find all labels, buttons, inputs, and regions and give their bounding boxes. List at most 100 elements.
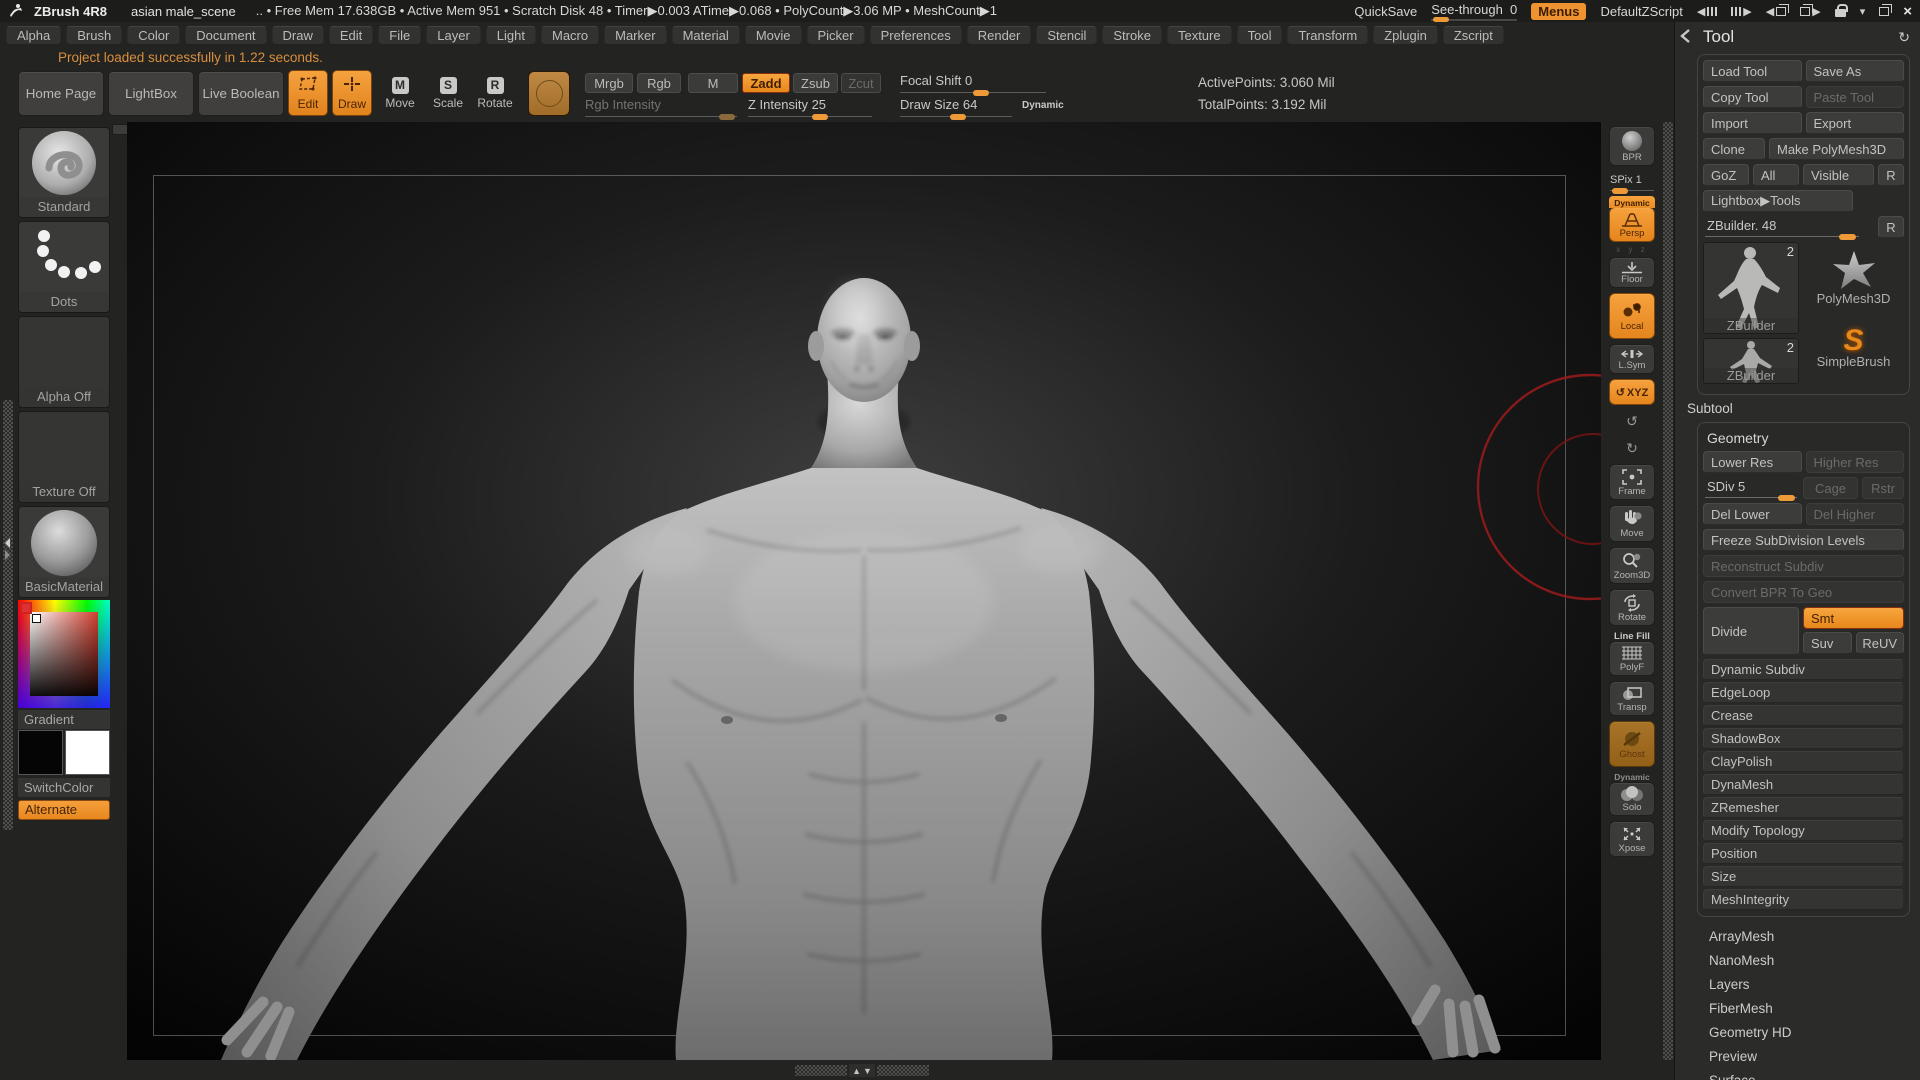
- menu-item[interactable]: Material: [671, 25, 740, 45]
- lightbox-button[interactable]: LightBox: [108, 71, 194, 116]
- goz-visible-button[interactable]: Visible: [1803, 164, 1874, 186]
- quicksave-button[interactable]: QuickSave: [1354, 4, 1417, 19]
- geometry-subsection-header[interactable]: ShadowBox: [1703, 728, 1904, 749]
- zsub-button[interactable]: Zsub: [793, 73, 838, 93]
- ghost-button[interactable]: Ghost: [1609, 721, 1655, 767]
- recent-tool-thumbnail[interactable]: 2 ZBuilder: [1703, 338, 1799, 384]
- rotate-mode-button[interactable]: R Rotate: [472, 70, 518, 116]
- tool-section-header[interactable]: Layers: [1675, 973, 1920, 997]
- polyframe-button[interactable]: PolyF: [1609, 641, 1655, 676]
- subtool-section-header[interactable]: Subtool: [1675, 395, 1920, 420]
- save-as-button[interactable]: Save As: [1805, 60, 1904, 82]
- del-higher-button[interactable]: Del Higher: [1805, 503, 1904, 525]
- scrub-track-left[interactable]: [795, 1065, 847, 1076]
- zcut-button[interactable]: Zcut: [841, 73, 881, 93]
- scrub-track-right[interactable]: [877, 1065, 929, 1076]
- goz-button[interactable]: GoZ: [1703, 164, 1749, 186]
- frame-button[interactable]: Frame: [1609, 464, 1655, 500]
- import-button[interactable]: Import: [1703, 112, 1802, 134]
- copy-tool-button[interactable]: Copy Tool: [1703, 86, 1802, 108]
- bpr-render-button[interactable]: BPR: [1609, 126, 1655, 166]
- clone-button[interactable]: Clone: [1703, 138, 1765, 160]
- see-through-nub[interactable]: [1433, 16, 1450, 22]
- xpose-button[interactable]: Xpose: [1609, 821, 1655, 857]
- draw-mode-button[interactable]: Draw: [332, 70, 372, 116]
- goz-r-button[interactable]: R: [1878, 164, 1904, 186]
- next-window-icon[interactable]: ▶: [1800, 3, 1821, 18]
- material-selector[interactable]: BasicMaterial: [18, 506, 110, 598]
- freeze-subdivision-button[interactable]: Freeze SubDivision Levels: [1703, 529, 1904, 551]
- gradient-toggle[interactable]: Gradient: [18, 710, 110, 729]
- xyz-rotation-button[interactable]: ↺ XYZ: [1609, 379, 1655, 405]
- collapse-right-tray-icon[interactable]: ▶: [1731, 5, 1752, 18]
- tool-section-header[interactable]: NanoMesh: [1675, 949, 1920, 973]
- rgb-button[interactable]: Rgb: [637, 73, 681, 93]
- menu-item[interactable]: Transform: [1287, 25, 1369, 45]
- color-picker-sv-cursor[interactable]: [32, 614, 41, 623]
- tool-section-header[interactable]: ArrayMesh: [1675, 925, 1920, 949]
- zadd-button[interactable]: Zadd: [742, 73, 790, 93]
- sculpt-canvas[interactable]: [127, 122, 1601, 1060]
- scrub-arrows[interactable]: ▲ ▼: [849, 1064, 875, 1077]
- tool-section-header[interactable]: Geometry HD: [1675, 1021, 1920, 1045]
- lower-res-button[interactable]: Lower Res: [1703, 451, 1802, 473]
- lightbox-tools-button[interactable]: Lightbox▶Tools: [1703, 190, 1853, 212]
- z-intensity-slider[interactable]: Z Intensity 25: [748, 97, 872, 120]
- smt-toggle[interactable]: Smt: [1803, 607, 1904, 629]
- menu-item[interactable]: Render: [966, 25, 1032, 45]
- default-zscript-button[interactable]: DefaultZScript: [1600, 4, 1682, 19]
- see-through-track[interactable]: [1431, 16, 1518, 22]
- switch-color-button[interactable]: SwitchColor: [18, 778, 110, 797]
- geometry-subsection-header[interactable]: DynaMesh: [1703, 774, 1904, 795]
- rotate-canvas-button[interactable]: Rotate: [1609, 589, 1655, 626]
- menu-item[interactable]: File: [378, 25, 422, 45]
- geometry-subsection-header[interactable]: EdgeLoop: [1703, 682, 1904, 703]
- floor-axes-hint[interactable]: x y z: [1616, 245, 1647, 254]
- menu-item[interactable]: Zscript: [1442, 25, 1504, 45]
- m-button[interactable]: M: [688, 73, 738, 93]
- home-page-button[interactable]: Home Page: [18, 71, 104, 116]
- geometry-subsection-header[interactable]: Crease: [1703, 705, 1904, 726]
- zbuilder-slider[interactable]: ZBuilder. 48: [1703, 216, 1861, 240]
- color-picker-hue-cursor[interactable]: [20, 602, 32, 614]
- move-canvas-button[interactable]: Move: [1609, 505, 1655, 542]
- menu-item[interactable]: Tool: [1236, 25, 1283, 45]
- mrgb-button[interactable]: Mrgb: [585, 73, 633, 93]
- menu-item[interactable]: Marker: [604, 25, 667, 45]
- paste-tool-button[interactable]: Paste Tool: [1805, 86, 1904, 108]
- brush-selector[interactable]: Standard: [18, 127, 110, 218]
- simplebrush-tool[interactable]: S SimpleBrush: [1803, 313, 1904, 384]
- menu-item[interactable]: Stencil: [1036, 25, 1098, 45]
- menu-item[interactable]: Picker: [806, 25, 865, 45]
- menu-item[interactable]: Zplugin: [1373, 25, 1438, 45]
- tool-section-header[interactable]: Surface: [1675, 1069, 1920, 1080]
- menu-item[interactable]: Stroke: [1102, 25, 1162, 45]
- color-picker-sv-square[interactable]: [30, 612, 98, 696]
- geometry-subsection-header[interactable]: Size: [1703, 866, 1904, 887]
- solo-button[interactable]: Solo: [1609, 782, 1655, 816]
- goz-all-button[interactable]: All: [1753, 164, 1799, 186]
- draw-size-slider[interactable]: Draw Size 64: [900, 97, 1012, 120]
- restore-configuration-icon[interactable]: ↻: [1898, 29, 1910, 46]
- reuv-button[interactable]: ReUV: [1855, 632, 1904, 654]
- menu-item[interactable]: Texture: [1166, 25, 1232, 45]
- secondary-color-swatch[interactable]: [65, 730, 110, 775]
- lsym-button[interactable]: L.Sym: [1609, 344, 1655, 374]
- transp-button[interactable]: Transp: [1609, 681, 1655, 716]
- suv-toggle[interactable]: Suv: [1803, 632, 1852, 654]
- move-mode-button[interactable]: M Move: [378, 70, 422, 116]
- right-tray-scrollbar[interactable]: [1663, 122, 1673, 1060]
- convert-bpr-button[interactable]: Convert BPR To Geo: [1703, 581, 1904, 603]
- menu-item[interactable]: Macro: [540, 25, 600, 45]
- polymesh3d-tool[interactable]: PolyMesh3D: [1803, 242, 1904, 313]
- left-tray-handle[interactable]: [2, 537, 13, 561]
- geometry-subsection-header[interactable]: ClayPolish: [1703, 751, 1904, 772]
- focal-shift-slider[interactable]: Focal Shift 0: [900, 73, 1046, 96]
- prev-window-icon[interactable]: ◀: [1766, 3, 1790, 18]
- lock-icon[interactable]: [1834, 4, 1848, 17]
- menu-item[interactable]: Edit: [328, 25, 374, 45]
- main-color-swatch[interactable]: [18, 730, 63, 775]
- higher-res-button[interactable]: Higher Res: [1805, 451, 1904, 473]
- minimize-icon[interactable]: ▾: [1860, 5, 1866, 18]
- close-icon[interactable]: ×: [1903, 3, 1912, 20]
